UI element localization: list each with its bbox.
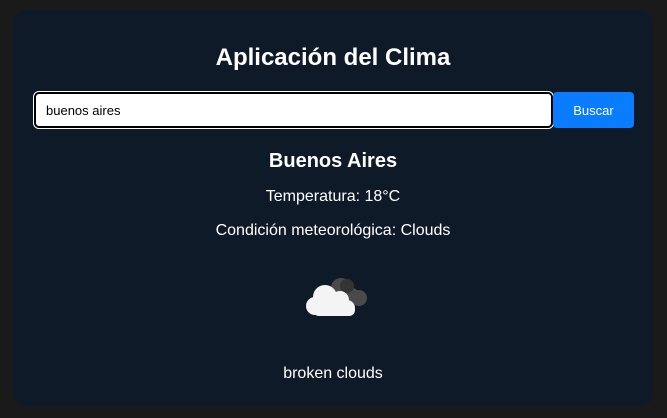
broken-clouds-icon: [306, 278, 367, 316]
temperature-text: Temperatura: 18°C: [265, 188, 401, 205]
city-name: Buenos Aires: [268, 150, 398, 172]
search-button[interactable]: Buscar: [553, 92, 634, 128]
app-title: Aplicación del Clima: [215, 44, 451, 71]
weather-condition-text: Condición meteorológica: Clouds: [215, 222, 451, 239]
weather-app-card: Aplicación del Clima Buscar Buenos Aires…: [13, 9, 653, 407]
city-search-input[interactable]: [33, 91, 554, 129]
weather-description: broken clouds: [283, 365, 383, 382]
